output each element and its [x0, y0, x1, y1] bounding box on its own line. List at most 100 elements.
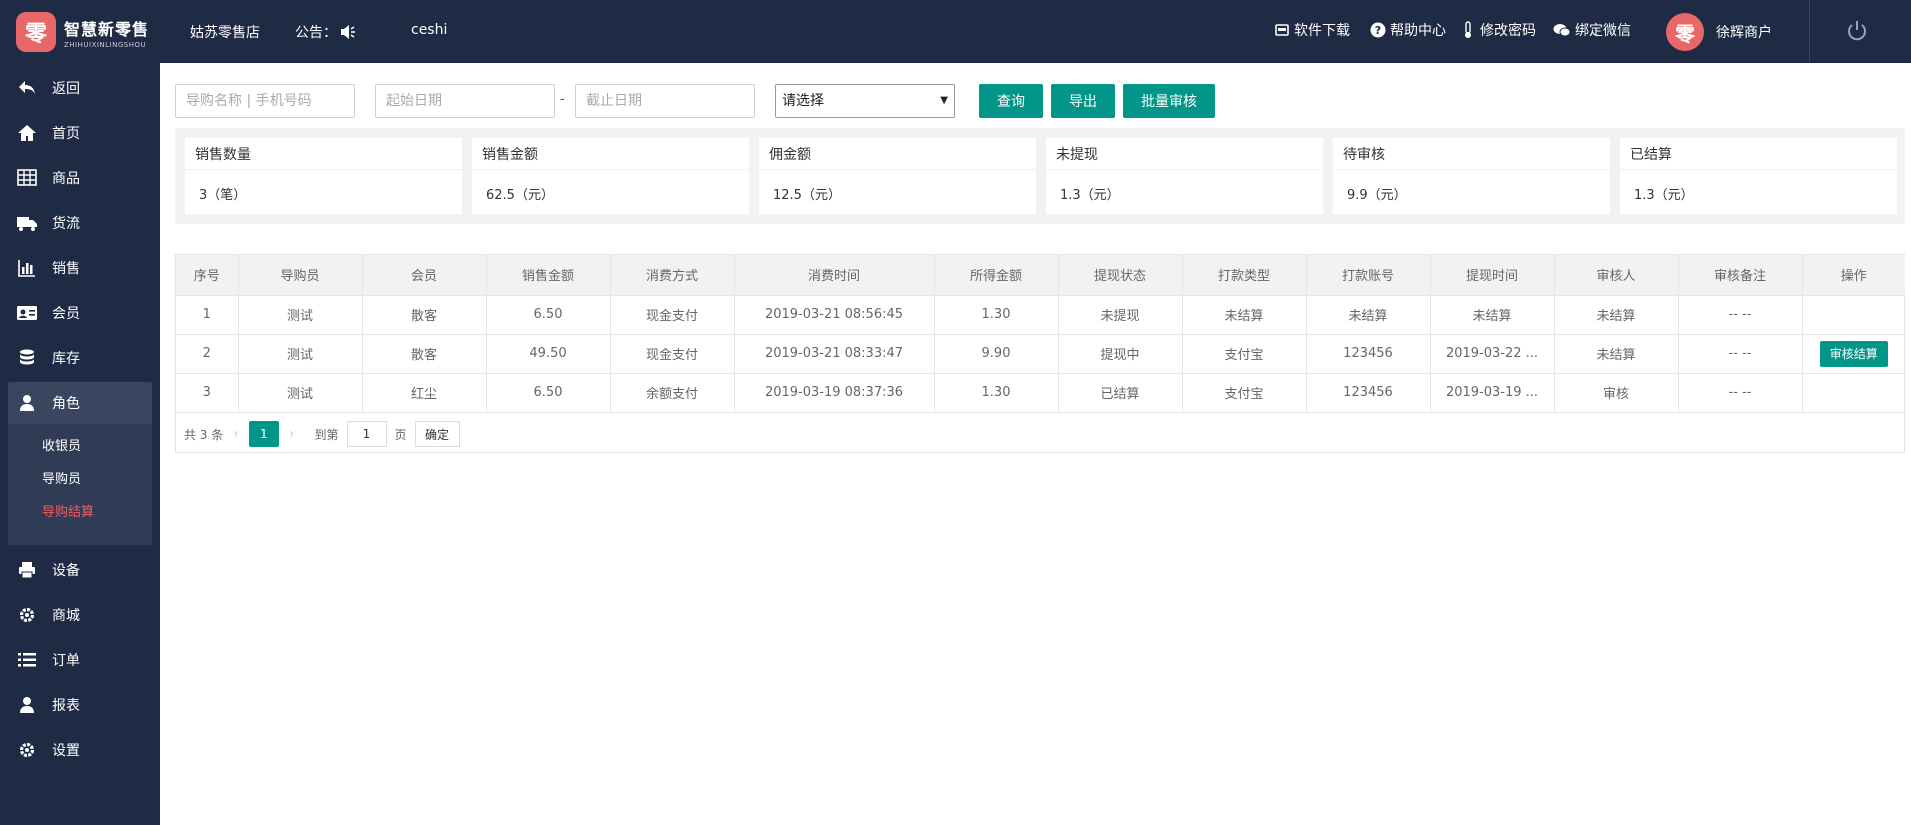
user-icon — [20, 395, 34, 411]
sidebar-item-logistics[interactable]: 货流 — [8, 202, 152, 244]
submenu-item-shopping-guide[interactable]: 导购员 — [42, 468, 81, 487]
col-header: 会员 — [362, 255, 487, 296]
sidebar-item-devices[interactable]: 设备 — [8, 549, 152, 591]
submenu-item-guide-settlement[interactable]: 导购结算 — [42, 501, 94, 520]
thermometer-icon — [1465, 21, 1471, 38]
goto-label: 到第 — [314, 427, 339, 442]
query-button[interactable]: 查询 — [979, 84, 1043, 118]
speaker-icon — [341, 25, 355, 39]
roles-submenu: 收银员 导购员 导购结算 — [8, 424, 152, 545]
user-icon — [20, 697, 34, 713]
table-row: 1 测试 散客 6.50 现金支付 2019-03-21 08:56:45 1.… — [176, 295, 1905, 335]
sidebar-item-settings[interactable]: 设置 — [8, 729, 152, 771]
id-card-icon — [17, 306, 37, 320]
status-select[interactable]: 请选择 ▼ — [775, 84, 955, 118]
submenu-item-cashier[interactable]: 收银员 — [42, 435, 81, 454]
sidebar: 返回 首页 商品 货流 销售 会员 库存 角色 收银员 导购员 导购结算 设备 … — [0, 63, 160, 825]
table-row: 2 测试 散客 49.50 现金支付 2019-03-21 08:33:47 9… — [176, 334, 1905, 374]
gear-icon — [19, 742, 35, 758]
logo[interactable]: 零 智慧新零售 ZHIHUIXINLINGSHOU — [16, 12, 149, 52]
stat-card-not-withdrawn: 未提现 1.3（元） — [1046, 138, 1323, 214]
svg-text:?: ? — [1375, 24, 1381, 37]
sidebar-item-back[interactable]: 返回 — [8, 67, 152, 109]
sidebar-item-reports[interactable]: 报表 — [8, 684, 152, 726]
sidebar-item-members[interactable]: 会员 — [8, 292, 152, 334]
bar-chart-icon — [18, 260, 35, 277]
stat-card-pending-review: 待审核 9.9（元） — [1333, 138, 1610, 214]
top-bar: 零 智慧新零售 ZHIHUIXINLINGSHOU 姑苏零售店 公告： cesh… — [0, 0, 1911, 63]
sidebar-item-home[interactable]: 首页 — [8, 112, 152, 154]
sidebar-item-products[interactable]: 商品 — [8, 157, 152, 199]
change-password-link[interactable]: 修改密码 — [1462, 20, 1536, 40]
export-button[interactable]: 导出 — [1051, 84, 1115, 118]
sidebar-item-roles[interactable]: 角色 — [8, 382, 152, 424]
col-header: 打款类型 — [1182, 255, 1307, 296]
stats-panel: 销售数量 3（笔） 销售金额 62.5（元） 佣金额 12.5（元） 未提现 1… — [175, 128, 1905, 224]
divider — [1809, 0, 1810, 63]
caret-down-icon: ▼ — [940, 95, 948, 106]
list-icon — [18, 653, 36, 667]
sidebar-item-sales[interactable]: 销售 — [8, 247, 152, 289]
page-unit: 页 — [394, 427, 407, 442]
col-header: 导购员 — [238, 255, 363, 296]
op-cell — [1802, 373, 1905, 413]
col-header: 审核备注 — [1678, 255, 1803, 296]
home-icon — [18, 125, 36, 141]
date-range-dash: - — [560, 92, 565, 107]
col-header: 所得金额 — [934, 255, 1059, 296]
col-header: 消费方式 — [610, 255, 735, 296]
end-date-input[interactable] — [575, 84, 755, 118]
avatar[interactable]: 零 — [1666, 13, 1704, 51]
sidebar-item-inventory[interactable]: 库存 — [8, 337, 152, 379]
gear-icon — [19, 607, 35, 623]
total-count: 共 3 条 — [184, 427, 224, 442]
op-cell: 审核结算 — [1802, 334, 1905, 374]
review-settle-button[interactable]: 审核结算 — [1819, 340, 1888, 367]
col-header: 消费时间 — [734, 255, 935, 296]
col-header: 审核人 — [1554, 255, 1679, 296]
guide-search-input[interactable] — [175, 84, 355, 118]
logo-mark: 零 — [16, 12, 56, 52]
sidebar-item-orders[interactable]: 订单 — [8, 639, 152, 681]
printer-icon — [19, 562, 35, 579]
store-name[interactable]: 姑苏零售店 — [190, 22, 260, 42]
database-icon — [20, 349, 34, 365]
col-header: 打款账号 — [1306, 255, 1431, 296]
pagination: 共 3 条 ‹ 1 › 到第 1 页 确定 — [184, 420, 460, 448]
notice-text: ceshi — [411, 22, 448, 38]
col-header: 操作 — [1802, 255, 1905, 296]
table-header-row: 序号 导购员 会员 销售金额 消费方式 消费时间 所得金额 提现状态 打款类型 … — [176, 255, 1905, 296]
start-date-input[interactable] — [375, 84, 555, 118]
user-name[interactable]: 徐辉商户 — [1716, 22, 1772, 42]
bind-wechat-link[interactable]: 绑定微信 — [1553, 20, 1631, 40]
notice-label: 公告： — [295, 25, 337, 41]
stat-card-sales-amount: 销售金额 62.5（元） — [472, 138, 749, 214]
truck-icon — [17, 217, 37, 231]
table-row: 3 测试 红尘 6.50 余额支付 2019-03-19 08:37:36 1.… — [176, 373, 1905, 413]
power-icon[interactable] — [1845, 19, 1869, 43]
stat-card-settled: 已结算 1.3（元） — [1620, 138, 1897, 214]
question-icon: ? — [1370, 22, 1386, 38]
table-icon — [17, 169, 37, 186]
op-cell — [1802, 295, 1905, 335]
software-download-link[interactable]: 软件下载 — [1274, 20, 1350, 40]
col-header: 提现状态 — [1058, 255, 1183, 296]
store-icon — [1275, 24, 1289, 36]
next-page-icon[interactable]: › — [289, 426, 295, 442]
brand-name: 智慧新零售 — [64, 19, 150, 39]
prev-page-icon[interactable]: ‹ — [233, 426, 239, 442]
back-arrow-icon — [19, 81, 35, 94]
col-header: 提现时间 — [1430, 255, 1555, 296]
notice: 公告： — [295, 22, 357, 42]
page-input[interactable]: 1 — [346, 421, 387, 447]
stat-card-sales-count: 销售数量 3（笔） — [185, 138, 462, 214]
batch-review-button[interactable]: 批量审核 — [1123, 84, 1215, 118]
goto-confirm-button[interactable]: 确定 — [414, 421, 460, 447]
brand-name-en: ZHIHUIXINLINGSHOU — [64, 40, 147, 49]
col-header: 序号 — [176, 255, 239, 296]
col-header: 销售金额 — [486, 255, 611, 296]
sidebar-item-mall[interactable]: 商城 — [8, 594, 152, 636]
stat-card-commission: 佣金额 12.5（元） — [759, 138, 1036, 214]
help-center-link[interactable]: ? 帮助中心 — [1370, 20, 1446, 40]
page-number-current[interactable]: 1 — [248, 421, 279, 447]
